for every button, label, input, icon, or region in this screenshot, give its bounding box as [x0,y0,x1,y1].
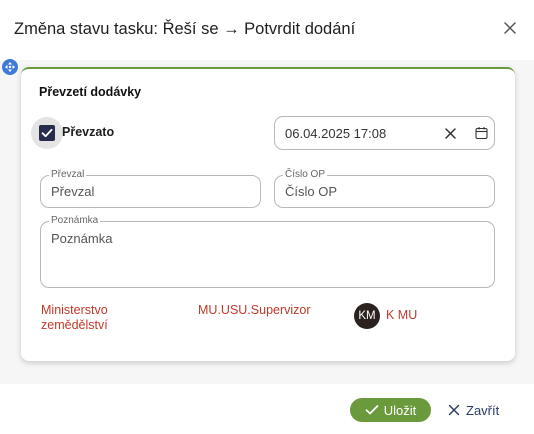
dialog-header: Změna stavu tasku: Řeší se → Potvrdit do… [0,0,534,60]
poznamka-field[interactable]: Poznámka Poznámka [40,215,495,288]
calendar-icon[interactable] [475,126,488,140]
datetime-value[interactable]: 06.04.2025 17:08 [285,126,386,141]
prevzal-placeholder[interactable]: Převzal [51,184,94,199]
prevzal-label: Převzal [49,169,87,181]
status-change-dialog: Změna stavu tasku: Řeší se → Potvrdit do… [0,0,534,434]
delivery-card: Převzetí dodávky Převzato 06.04.2025 17:… [21,67,515,361]
received-label[interactable]: Převzato [62,125,114,139]
datetime-field[interactable]: 06.04.2025 17:08 [274,116,495,150]
received-checkbox-ripple[interactable] [31,117,63,149]
save-label: Uložit [383,402,417,418]
close-label: Zavřít [466,402,500,418]
avatar: KM [354,303,380,329]
prevzal-field[interactable]: Převzal Převzal [40,169,261,208]
poznamka-label: Poznámka [49,215,101,227]
close-icon[interactable] [502,20,518,36]
cislo-op-placeholder[interactable]: Číslo OP [285,184,337,199]
checkmark-icon [41,128,53,138]
move-handle-icon[interactable] [2,59,18,75]
save-button[interactable]: Uložit [350,398,431,422]
dialog-title: Změna stavu tasku: Řeší se → Potvrdit do… [14,20,356,38]
received-checkbox[interactable] [39,125,55,141]
check-icon [365,405,379,415]
cislo-op-label: Číslo OP [283,169,328,181]
card-title: Převzetí dodávky [39,85,142,99]
role-name: MU.USU.Supervizor [198,303,311,317]
poznamka-placeholder[interactable]: Poznámka [51,231,112,246]
organization-name: Ministerstvo zemědělství [41,303,108,332]
close-icon [448,404,460,416]
close-button[interactable]: Zavřít [448,398,499,422]
cislo-op-field[interactable]: Číslo OP Číslo OP [274,169,495,208]
user-name: K MU [386,308,418,322]
clear-icon[interactable] [444,127,457,140]
